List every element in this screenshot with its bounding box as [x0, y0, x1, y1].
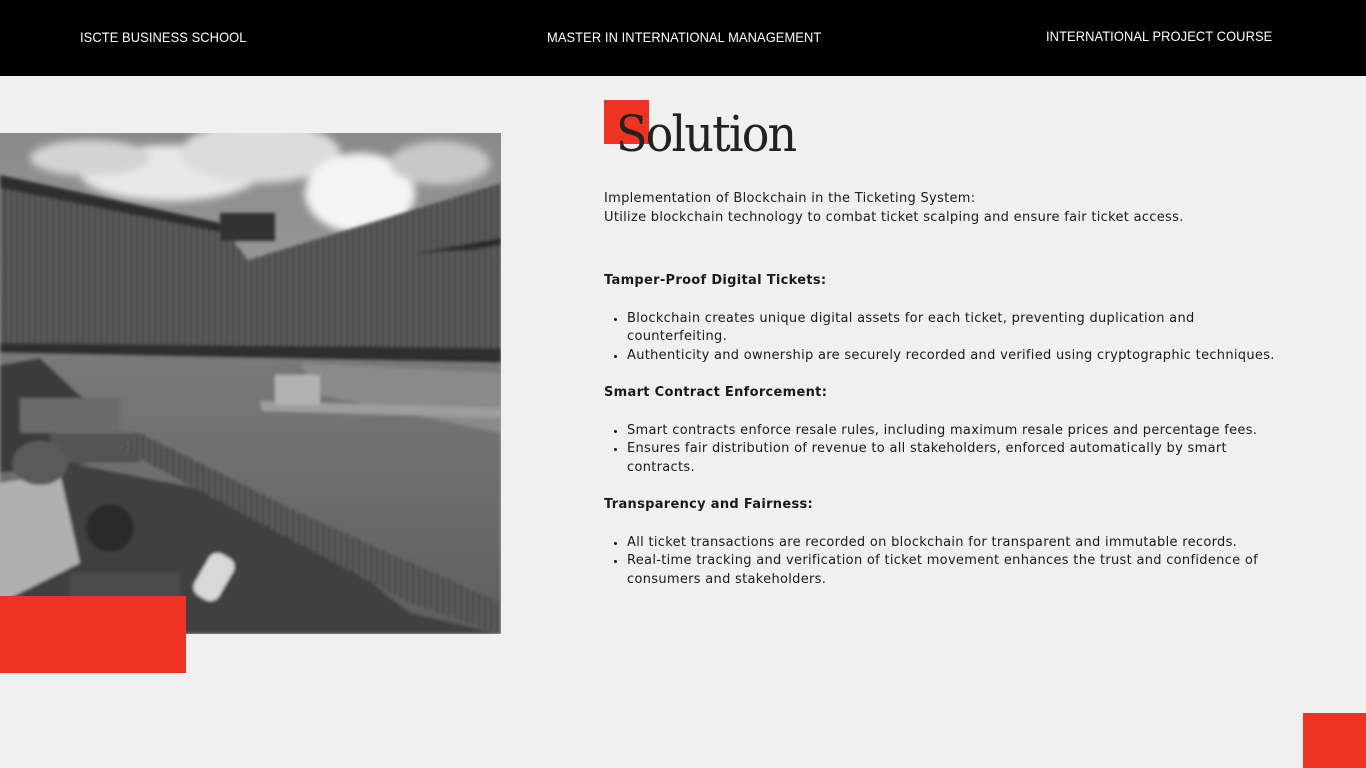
bullet-list-tamper-proof: Blockchain creates unique digital assets…: [604, 310, 1284, 366]
intro-line-1: Implementation of Blockchain in the Tick…: [604, 191, 976, 206]
intro-text: Implementation of Blockchain in the Tick…: [604, 190, 1284, 227]
list-item: Ensures fair distribution of revenue to …: [627, 440, 1284, 477]
stadium-photo: [0, 133, 501, 634]
bullet-list-smart-contract: Smart contracts enforce resale rules, in…: [604, 422, 1284, 478]
section-heading-tamper-proof: Tamper-Proof Digital Tickets:: [604, 273, 827, 288]
accent-block-corner: [1303, 713, 1366, 768]
list-item: Real-time tracking and verification of t…: [627, 552, 1284, 589]
slide-content: Implementation of Blockchain in the Tick…: [604, 190, 1284, 608]
header-course-name: INTERNATIONAL PROJECT COURSE: [1046, 28, 1273, 44]
intro-line-2: Utilize blockchain technology to combat …: [604, 209, 1184, 225]
list-item: Blockchain creates unique digital assets…: [627, 310, 1284, 347]
list-item: Smart contracts enforce resale rules, in…: [627, 422, 1284, 441]
list-item: Authenticity and ownership are securely …: [627, 347, 1284, 366]
list-item: All ticket transactions are recorded on …: [627, 534, 1284, 553]
bullet-list-transparency: All ticket transactions are recorded on …: [604, 534, 1284, 590]
slide-title: Solution: [616, 105, 797, 163]
accent-block-photo: [0, 596, 186, 673]
header-school-name: ISCTE BUSINESS SCHOOL: [80, 29, 247, 45]
section-heading-transparency: Transparency and Fairness:: [604, 497, 814, 512]
header-program-name: MASTER IN INTERNATIONAL MANAGEMENT: [547, 29, 822, 45]
header-bar: ISCTE BUSINESS SCHOOL MASTER IN INTERNAT…: [0, 0, 1366, 76]
section-heading-smart-contract: Smart Contract Enforcement:: [604, 385, 828, 400]
